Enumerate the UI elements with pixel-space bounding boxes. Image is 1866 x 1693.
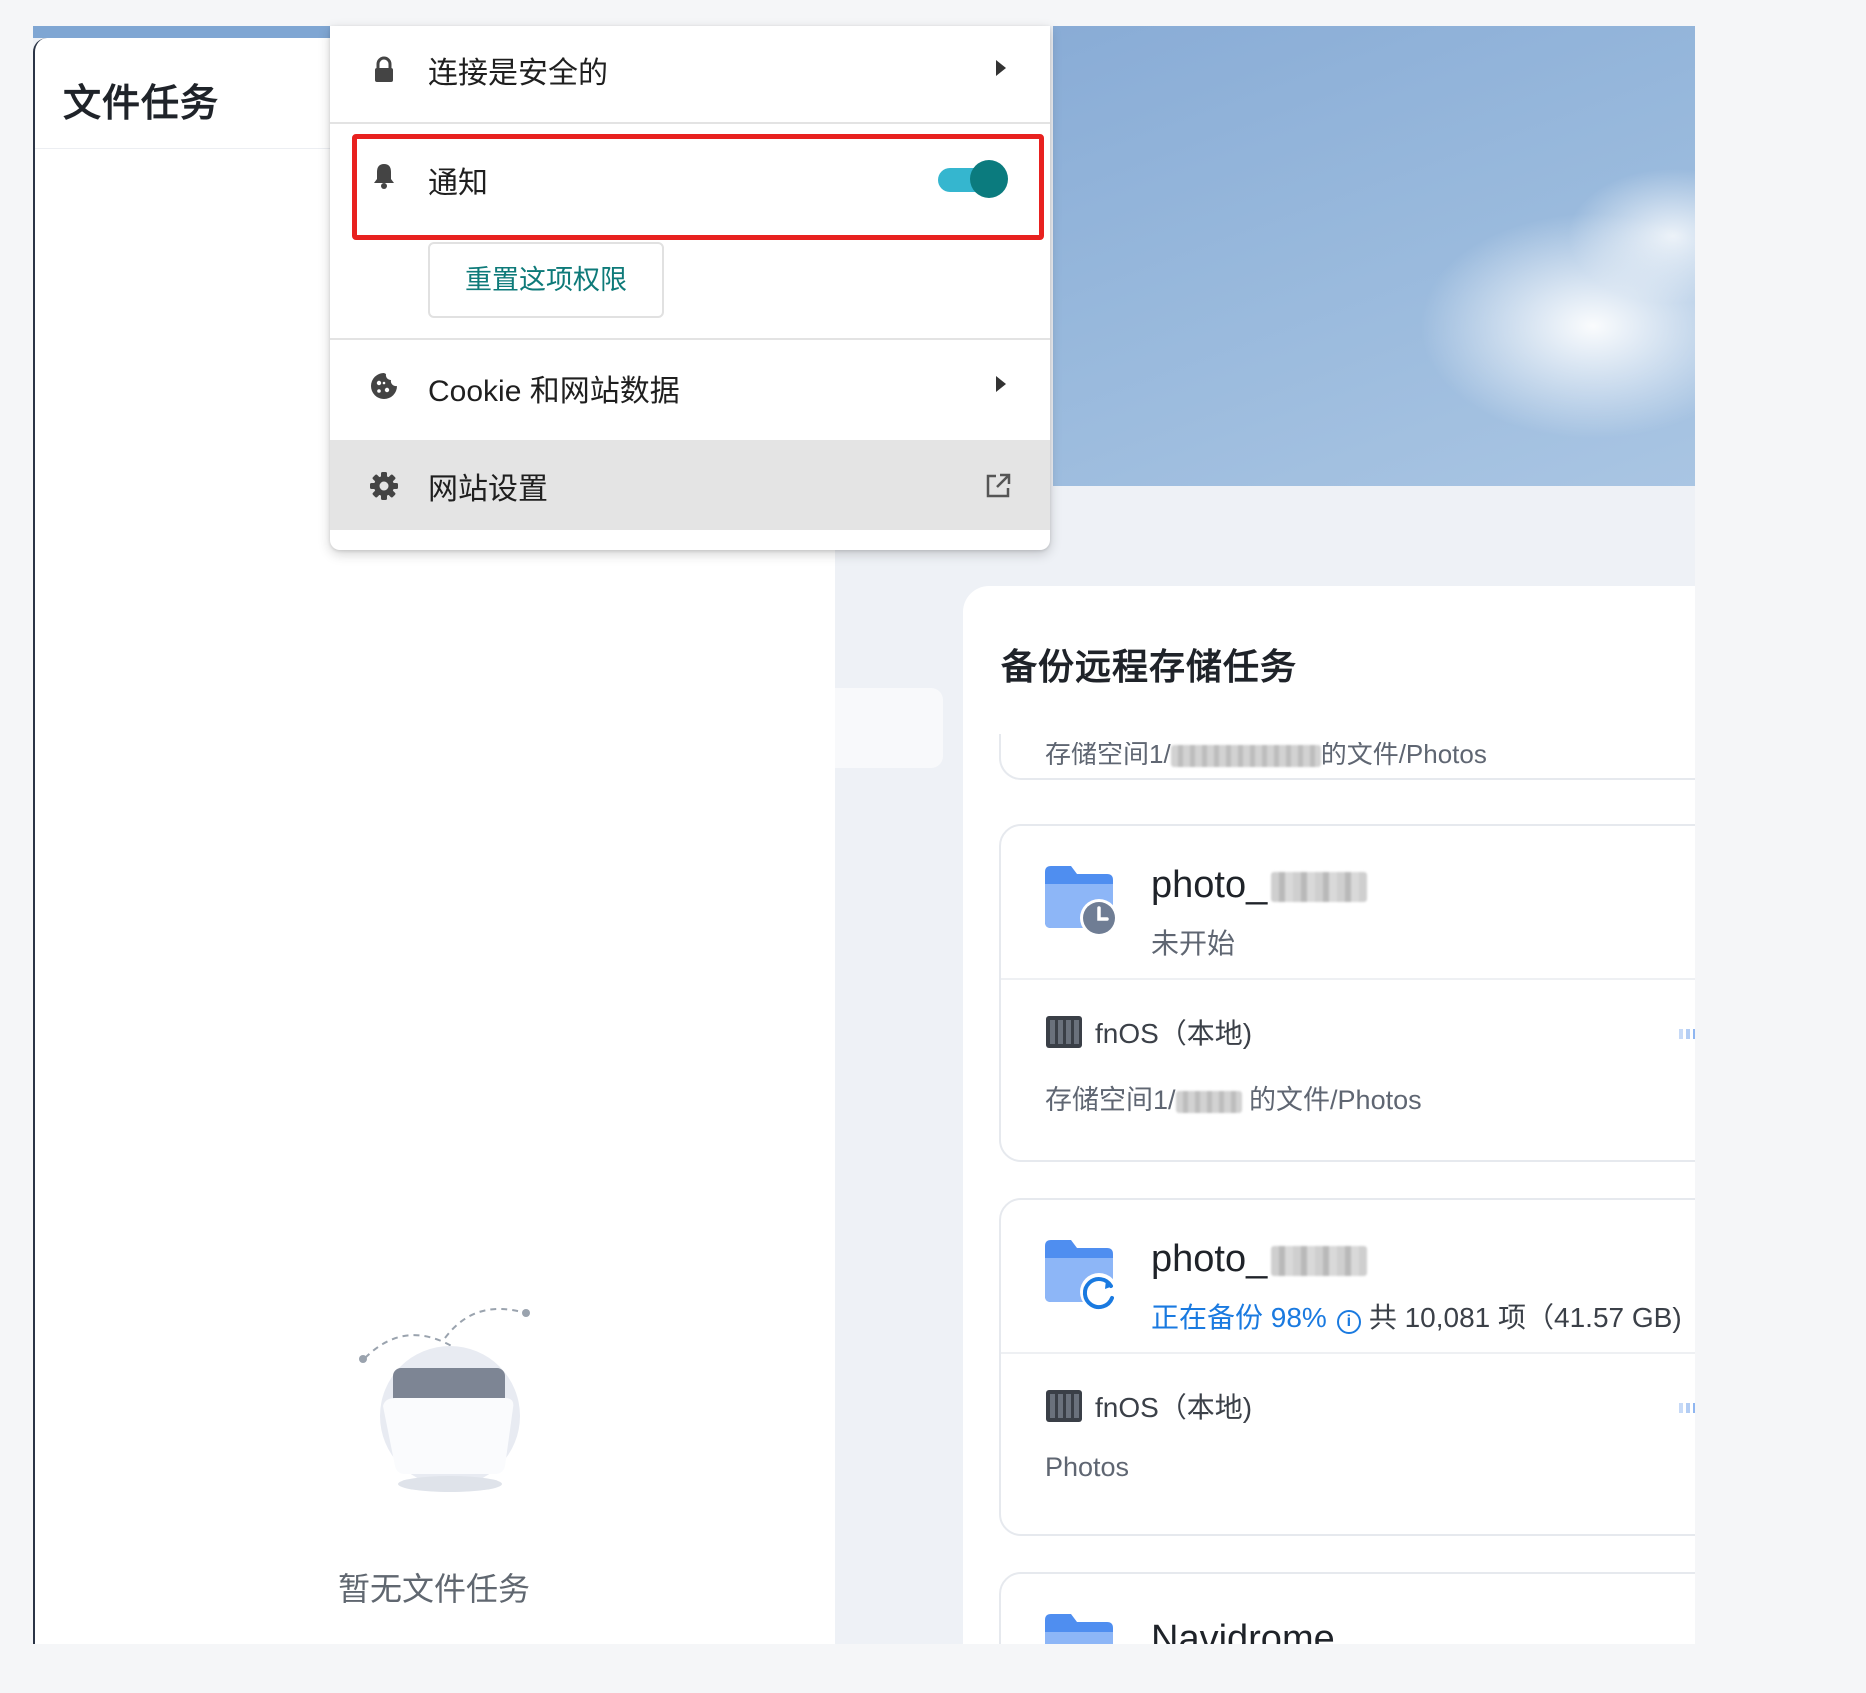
task-card[interactable]: Navidrome (999, 1572, 1695, 1644)
caret-right-icon (996, 60, 1006, 76)
background-card (835, 688, 943, 768)
redacted-text (1271, 1245, 1368, 1276)
backup-total: 共 10,081 项（41.57 GB) (1368, 1302, 1682, 1333)
redacted-text (1271, 871, 1368, 902)
task-path: Photos (1045, 1452, 1130, 1482)
cookie-label: Cookie 和网站数据 (428, 375, 680, 408)
server-icon (1046, 1390, 1082, 1422)
caret-right-icon (996, 376, 1006, 392)
gear-icon (370, 472, 398, 500)
source-server: fnOS（本地) (1045, 1012, 1252, 1052)
notifications-label: 通知 (428, 167, 488, 200)
arrow-right-icon (1679, 1403, 1695, 1413)
task-header: photo_ 未开始 (1001, 826, 1695, 980)
divider (330, 122, 1050, 124)
reset-permission-button[interactable]: 重置这项权限 (428, 242, 664, 318)
toggle-knob (970, 160, 1008, 198)
bell-icon (374, 164, 394, 189)
task-header: Navidrome (1001, 1574, 1695, 1644)
notifications-toggle[interactable] (938, 160, 1008, 198)
backup-progress: 正在备份 98% (1151, 1302, 1327, 1333)
backup-title: 备份远程存储任务 (1001, 646, 1298, 687)
lock-icon (375, 56, 393, 82)
connection-secure-row[interactable]: 连接是安全的 (330, 26, 1050, 122)
site-settings-row[interactable]: 网站设置 (330, 440, 1050, 530)
source-server: fnOS（本地) (1045, 1386, 1252, 1426)
cookie-row[interactable]: Cookie 和网站数据 (330, 342, 1050, 430)
external-link-icon[interactable] (984, 472, 1012, 500)
site-info-popup: 连接是安全的 通知 重置这项权限 Cookie 和网站数据 网站设置 (330, 26, 1050, 550)
empty-state-text: 暂无文件任务 (338, 1571, 531, 1607)
folder-clock-icon (1045, 866, 1118, 937)
task-name: Navidrome (1151, 1618, 1335, 1644)
info-icon[interactable]: i (1336, 1310, 1361, 1334)
cookie-icon (371, 373, 397, 399)
connection-secure-label: 连接是安全的 (428, 57, 608, 90)
title-divider (35, 148, 365, 149)
task-status: 正在备份 98% i 共 10,081 项（41.57 GB) (1151, 1296, 1682, 1336)
site-settings-label: 网站设置 (428, 473, 548, 506)
divider (330, 338, 1050, 340)
background-image (1053, 26, 1695, 486)
task-card[interactable]: photo_ 正在备份 98% i 共 10,081 项（41.57 GB) fnO… (999, 1198, 1695, 1536)
window-edge (33, 26, 333, 38)
folder-check-icon (1045, 1614, 1113, 1644)
task-header: photo_ 正在备份 98% i 共 10,081 项（41.57 GB) (1001, 1200, 1695, 1354)
redacted-text (1175, 1090, 1242, 1113)
notifications-row: 通知 (330, 136, 1050, 236)
task-name: photo_ (1151, 864, 1368, 907)
task-card-partial[interactable]: 存储空间1/的文件/Photos (999, 734, 1695, 780)
server-icon (1046, 1016, 1082, 1048)
task-status: 未开始 (1151, 928, 1236, 959)
arrow-right-icon (1679, 1029, 1695, 1039)
redacted-text (1170, 745, 1321, 768)
backup-tasks-card: 备份远程存储任务 存储空间1/的文件/Photos photo_ 未开始 fnO… (963, 586, 1695, 1644)
task-path: 存储空间1/ 的文件/Photos (1045, 1085, 1422, 1115)
folder-sync-icon (1045, 1240, 1118, 1311)
task-name: photo_ (1151, 1238, 1368, 1281)
empty-folder-illustration (359, 1307, 530, 1492)
task-path: 存储空间1/的文件/Photos (1045, 739, 1487, 769)
task-card[interactable]: photo_ 未开始 fnOS（本地) 存储空间1/ 的文件/Photos (999, 824, 1695, 1162)
file-tasks-title: 文件任务 (63, 83, 220, 125)
